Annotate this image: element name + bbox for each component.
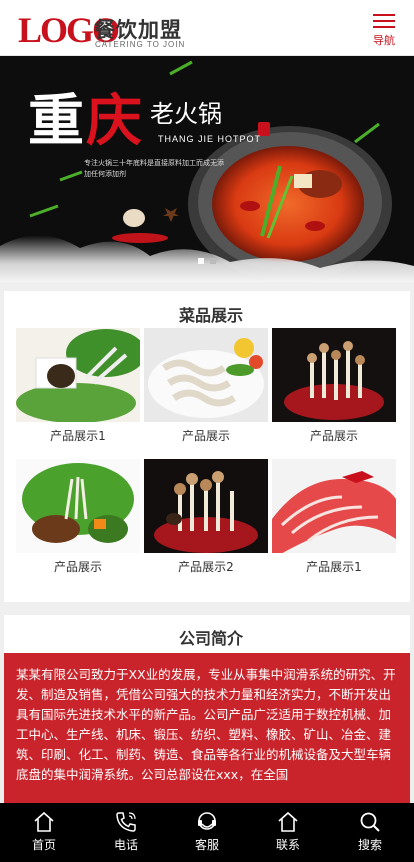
product-image [144,459,268,553]
nav-item-label: 搜索 [357,838,382,852]
product-card[interactable]: 产品展示 [272,328,396,444]
nav-item-label: 客服 [194,838,219,852]
product-caption: 产品展示1 [306,560,362,574]
nav-item-label: 首页 [31,838,56,852]
slide-indicator [0,249,414,268]
product-card[interactable]: 产品展示 [144,328,268,444]
product-caption: 产品展示 [309,429,358,443]
nav-item-service[interactable]: 客服 [166,803,248,862]
nav-item-phone[interactable]: 电话 [85,803,167,862]
products-section: 菜品展示 产品展示1 产品展示 产品展示 产品展示 产品展示2 产品展示1 [4,291,410,602]
home-icon [34,811,54,832]
product-image [272,459,396,553]
about-title: 公司简介 [178,629,243,648]
product-card[interactable]: 产品展示1 [272,459,396,575]
logo-slogan: CATERING TO JOIN [95,40,186,49]
product-image [16,459,140,553]
hero-banner[interactable]: 重庆 老火锅 THANG JIE HOTPOT 专注火锅三十年底料是直接原料加工… [0,56,414,282]
search-icon [360,812,380,832]
product-caption: 产品展示 [53,560,102,574]
nav-item-label: 联系 [275,838,300,852]
products-title: 菜品展示 [178,306,243,325]
banner-description: 专注火锅三十年底料是直接原料加工而成无添加任何添加剂 [84,159,224,178]
banner-english: THANG JIE HOTPOT [158,134,262,144]
product-caption: 产品展示2 [178,560,234,574]
nav-label: 导航 [373,34,395,47]
product-image [272,328,396,422]
product-image [144,328,268,422]
about-content: 某某有限公司致力于XX业的发展，专业从事集中润滑系统的研究、开发、制造及销售，凭… [4,653,410,810]
contact-icon [278,811,298,832]
product-card[interactable]: 产品展示2 [144,459,268,575]
slide-dot-active[interactable] [198,258,204,264]
banner-title: 重庆 [28,76,144,157]
product-card[interactable]: 产品展示1 [16,328,140,444]
nav-item-home[interactable]: 首页 [3,803,85,862]
slide-dot[interactable] [210,258,216,264]
banner-title-char-2: 庆 [86,88,144,154]
about-section: 公司简介 某某有限公司致力于XX业的发展，专业从事集中润滑系统的研究、开发、制造… [4,615,410,810]
nav-item-contact[interactable]: 联系 [247,803,329,862]
banner-subtitle: 老火锅 [150,100,222,128]
product-caption: 产品展示 [181,429,230,443]
site-header: LOGO 餐饮加盟 CATERING TO JOIN 导航 [0,0,414,56]
phone-icon [116,812,136,832]
nav-item-search[interactable]: 搜索 [329,803,411,862]
nav-menu-button[interactable]: 导航 [370,14,398,48]
hamburger-icon [373,14,395,28]
banner-title-char-1: 重 [28,88,86,154]
product-card[interactable]: 产品展示 [16,459,140,575]
nav-item-label: 电话 [113,838,138,852]
about-text: 某某有限公司致力于XX业的发展，专业从事集中润滑系统的研究、开发、制造及销售，凭… [16,667,396,782]
product-image [16,328,140,422]
product-caption: 产品展示1 [50,429,106,443]
bottom-nav: 首页 电话 客服 联系 搜索 [0,803,414,862]
headset-icon [198,812,216,830]
